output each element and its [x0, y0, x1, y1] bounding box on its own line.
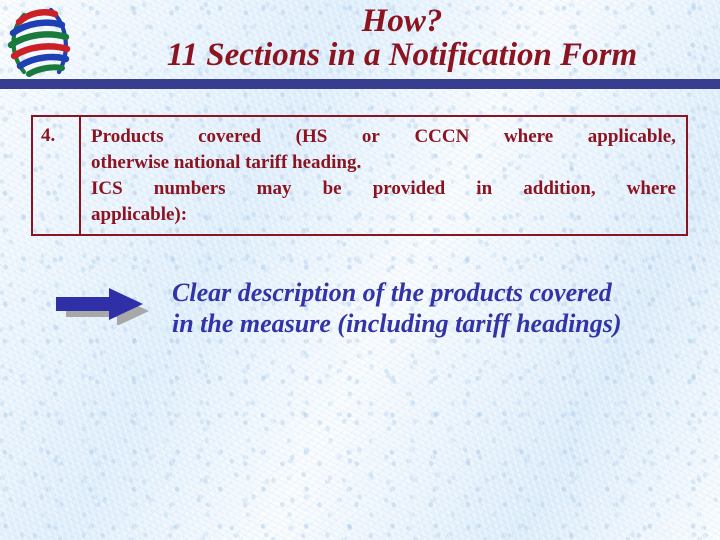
word: ICS — [91, 178, 123, 199]
notification-text-line-3: ICS numbers may be provided in addition,… — [91, 176, 676, 202]
word: addition, — [523, 178, 596, 199]
word: where — [626, 178, 676, 199]
word: Products — [91, 126, 164, 147]
callout-caption: Clear description of the products covere… — [172, 277, 672, 339]
notification-number: 4. — [41, 125, 56, 146]
word: CCCN — [414, 126, 470, 147]
word: applicable, — [587, 126, 676, 147]
notification-text-cell: Products covered (HS or CCCN where appli… — [81, 117, 686, 234]
caption-line-1: Clear description of the products covere… — [172, 278, 612, 307]
notification-number-cell: 4. — [33, 117, 81, 234]
wto-globe-logo — [2, 2, 82, 82]
word: where — [503, 126, 554, 147]
slide-canvas: How? 11 Sections in a Notification Form … — [0, 0, 720, 540]
word: may — [256, 178, 292, 199]
title-line-2: 11 Sections in a Notification Form — [166, 37, 638, 74]
word: provided — [372, 178, 446, 199]
header-divider-rule — [0, 79, 720, 89]
slide-title: How? 11 Sections in a Notification Form — [90, 4, 714, 73]
word: covered — [198, 126, 262, 147]
notification-text-line-4: applicable): — [91, 204, 188, 225]
notification-item-box: 4. Products covered (HS or CCCN where ap… — [31, 115, 688, 236]
word: in — [476, 178, 493, 199]
right-arrow-icon — [54, 287, 152, 325]
caption-line-2: in the measure (including tariff heading… — [172, 309, 622, 338]
notification-text-line-2: otherwise national tariff heading. — [91, 152, 362, 173]
word: numbers — [153, 178, 226, 199]
word: (HS — [295, 126, 328, 147]
title-line-1: How? — [361, 3, 443, 39]
word: be — [322, 178, 342, 199]
notification-text-line-1: Products covered (HS or CCCN where appli… — [91, 124, 676, 150]
word: or — [361, 126, 380, 147]
